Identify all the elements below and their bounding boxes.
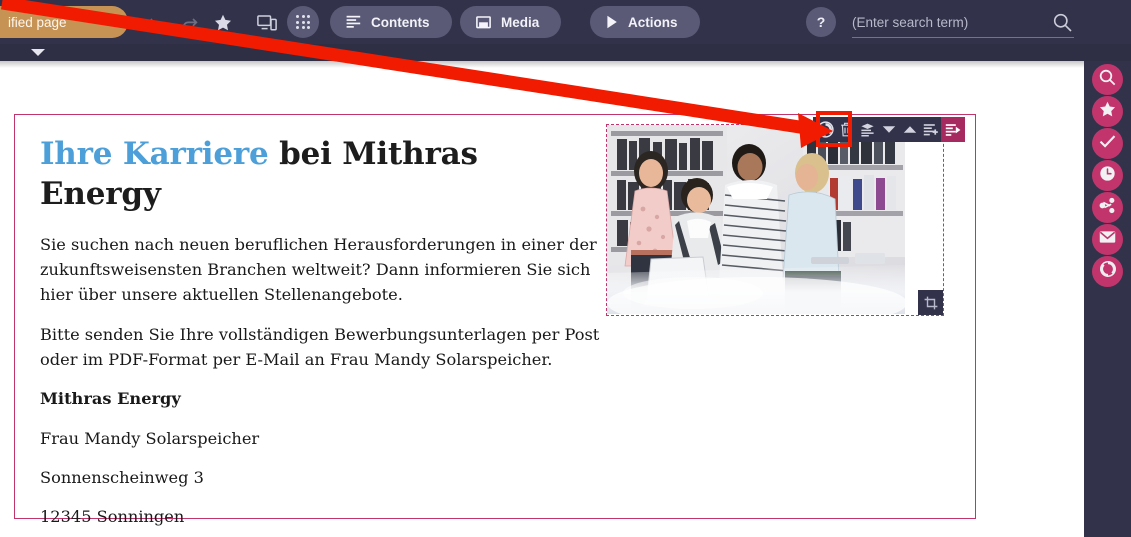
search-icon[interactable] [1053,13,1072,37]
menu-media[interactable]: Media [460,6,562,38]
search-input[interactable] [852,9,1042,36]
responsive-preview-icon[interactable] [252,7,282,37]
expand-down-caret-icon[interactable] [31,49,45,56]
grid-dots-icon [296,15,310,29]
apps-grid-button[interactable] [287,6,319,38]
intro-paragraph[interactable]: Sie suchen nach neuen beruflichen Heraus… [40,233,605,307]
menu-contents-label: Contents [371,14,430,30]
search-icon [1099,69,1116,91]
contents-icon [346,15,361,29]
chevron-up-icon[interactable] [899,117,920,142]
search-field-wrapper[interactable] [852,8,1074,38]
chevron-down-icon[interactable] [878,117,899,142]
crop-icon[interactable] [918,290,943,315]
clock-icon [1099,165,1116,187]
help-button[interactable]: ? [806,7,836,37]
image-selection-frame[interactable] [606,124,944,316]
address-street[interactable]: Sonnenscheinweg 3 [40,466,951,490]
menu-media-label: Media [501,14,540,30]
menu-actions-label: Actions [628,14,678,30]
page-status-tab[interactable]: ified page [0,6,128,38]
menu-actions[interactable]: Actions [590,6,700,38]
rail-favorites-button[interactable] [1092,96,1123,127]
list-arrow-icon[interactable] [941,117,965,142]
red-highlight-box [816,111,852,147]
actions-play-icon [606,15,618,29]
share-nodes-icon [1099,197,1116,219]
address-contact[interactable]: Frau Mandy Solarspeicher [40,427,951,451]
rail-search-button[interactable] [1092,64,1123,95]
address-city[interactable]: 12345 Sonningen [40,505,951,529]
toolbar-secondary-row [0,44,1131,61]
rail-sync-button[interactable] [1092,256,1123,287]
page-status-label: ified page [8,14,67,30]
application-paragraph[interactable]: Bitte senden Sie Ihre vollständigen Bewe… [40,323,605,372]
undo-icon[interactable] [140,7,170,37]
page-top-shadow [0,61,1131,68]
media-icon [476,15,491,29]
list-add-icon[interactable] [920,117,941,142]
rail-tasks-button[interactable] [1092,128,1123,159]
check-icon [1099,134,1116,154]
envelope-icon [1099,230,1116,249]
office-team-photo[interactable] [607,125,905,314]
rail-messages-button[interactable] [1092,224,1123,255]
rail-history-button[interactable] [1092,160,1123,191]
menu-contents[interactable]: Contents [330,6,452,38]
help-label: ? [816,14,826,30]
main-toolbar: ified page Contents Media Actions ? (Ent… [0,0,1131,44]
page-headline[interactable]: Ihre Karriere bei Mithras Energy [40,135,510,214]
right-sidebar [1084,61,1131,537]
rail-share-button[interactable] [1092,192,1123,223]
favorite-star-icon[interactable] [208,7,238,37]
application-window: Ihre Karriere bei Mithras Energy Sie suc… [0,0,1131,537]
star-icon [1099,101,1116,122]
redo-icon[interactable] [174,7,204,37]
headline-accent-text: Ihre Karriere [40,136,269,172]
refresh-icon [1099,260,1117,283]
layers-icon[interactable] [857,117,878,142]
address-company[interactable]: Mithras Energy [40,387,951,411]
